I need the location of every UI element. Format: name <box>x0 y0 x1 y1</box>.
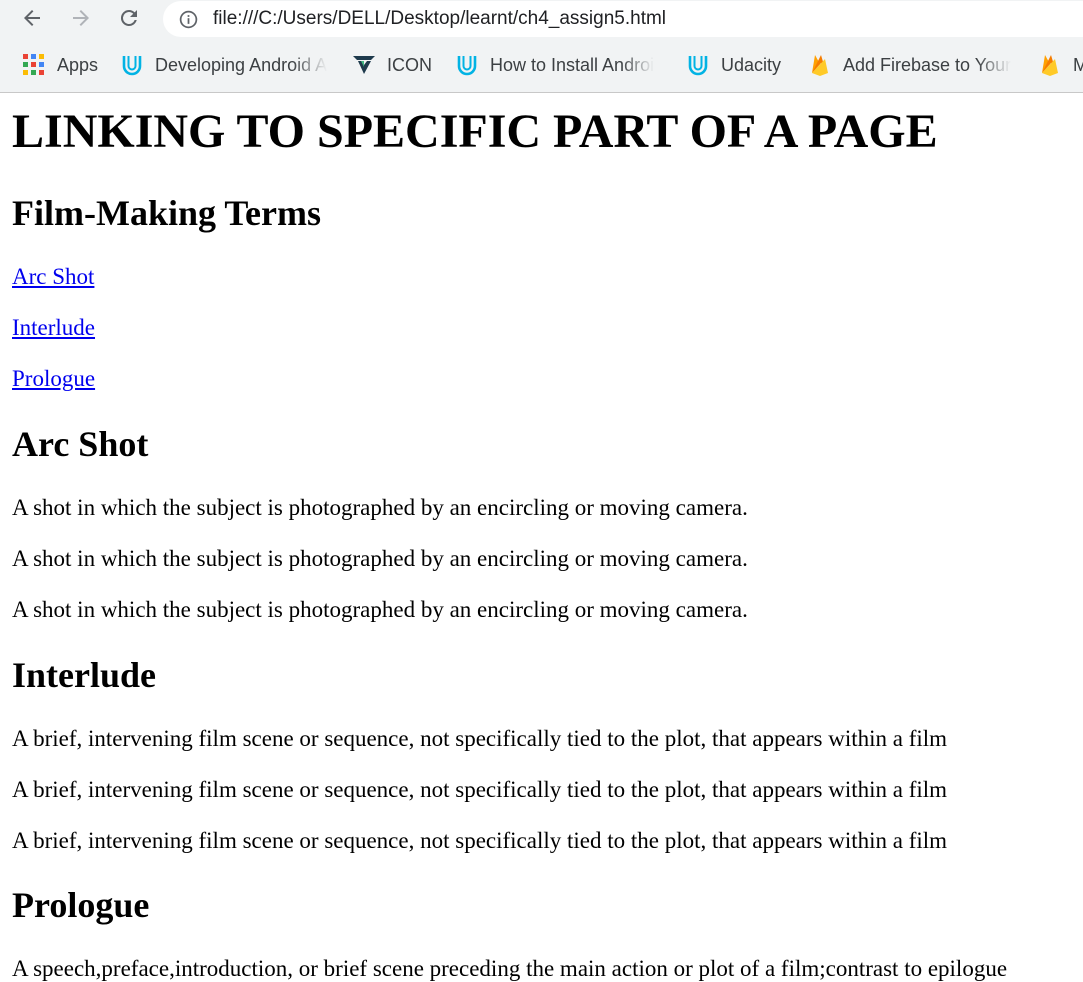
back-arrow-icon <box>24 10 40 26</box>
link-item: Arc Shot <box>12 264 94 290</box>
reload-button[interactable] <box>114 4 144 32</box>
bookmark-label: M <box>1073 54 1083 75</box>
address-bar[interactable]: file:///C:/Users/DELL/Desktop/learnt/ch4… <box>163 1 1083 37</box>
bookmark-udacity[interactable]: Udacity <box>686 52 781 78</box>
page-subtitle: Film-Making Terms <box>12 193 322 233</box>
back-button[interactable] <box>17 4 47 32</box>
bookmark-apps[interactable]: Apps <box>22 52 98 78</box>
section-heading-interlude: Interlude <box>12 655 156 695</box>
link-item: Interlude <box>12 315 95 341</box>
section-heading-prologue: Prologue <box>12 885 150 925</box>
info-icon <box>179 10 198 29</box>
link-prologue[interactable]: Prologue <box>12 366 95 391</box>
bookmark-label: Udacity <box>721 54 782 75</box>
browser-chrome: file:///C:/Users/DELL/Desktop/learnt/ch4… <box>0 0 1083 93</box>
url-text: file:///C:/Users/DELL/Desktop/learnt/ch4… <box>213 8 667 29</box>
link-arc-shot[interactable]: Arc Shot <box>12 264 94 289</box>
section-paragraph: A brief, intervening film scene or seque… <box>12 777 948 802</box>
section-paragraph: A brief, intervening film scene or seque… <box>12 828 948 853</box>
bookmark-label: Add Firebase to Your <box>843 54 1012 75</box>
udacity-icon <box>457 56 477 76</box>
section-paragraph: A brief, intervening film scene or seque… <box>12 726 948 751</box>
link-item: Prologue <box>12 366 95 392</box>
section-paragraph: A speech,preface,introduction, or brief … <box>12 956 1008 981</box>
bookmark-firebase[interactable]: Add Firebase to Your <box>808 52 1013 78</box>
udacity-icon <box>122 56 142 76</box>
section-paragraph: A shot in which the subject is photograp… <box>12 546 748 571</box>
reload-icon <box>120 9 137 26</box>
vuetify-icon <box>353 56 375 74</box>
bookmark-more[interactable]: M <box>1038 52 1083 78</box>
firebase-icon <box>1042 55 1058 76</box>
bookmark-icon[interactable]: ICON <box>352 52 432 78</box>
bookmark-label: Apps <box>57 54 99 75</box>
section-paragraph: A shot in which the subject is photograp… <box>12 495 748 520</box>
section-heading-arc-shot: Arc Shot <box>12 424 149 464</box>
apps-grid-icon <box>23 54 44 75</box>
forward-button[interactable] <box>66 4 96 32</box>
bookmark-label: Developing Android A <box>155 54 328 75</box>
bookmark-label: How to Install Androi <box>490 54 655 75</box>
udacity-icon <box>688 56 708 76</box>
section-paragraph: A shot in which the subject is photograp… <box>12 597 748 622</box>
firebase-icon <box>812 55 828 76</box>
page-title: LINKING TO SPECIFIC PART OF A PAGE <box>12 105 938 158</box>
link-interlude[interactable]: Interlude <box>12 315 95 340</box>
bookmark-install-android[interactable]: How to Install Androi <box>455 52 663 78</box>
forward-arrow-icon <box>73 10 89 26</box>
bookmark-label: ICON <box>387 54 432 75</box>
bookmark-developing-android[interactable]: Developing Android A <box>120 52 330 78</box>
